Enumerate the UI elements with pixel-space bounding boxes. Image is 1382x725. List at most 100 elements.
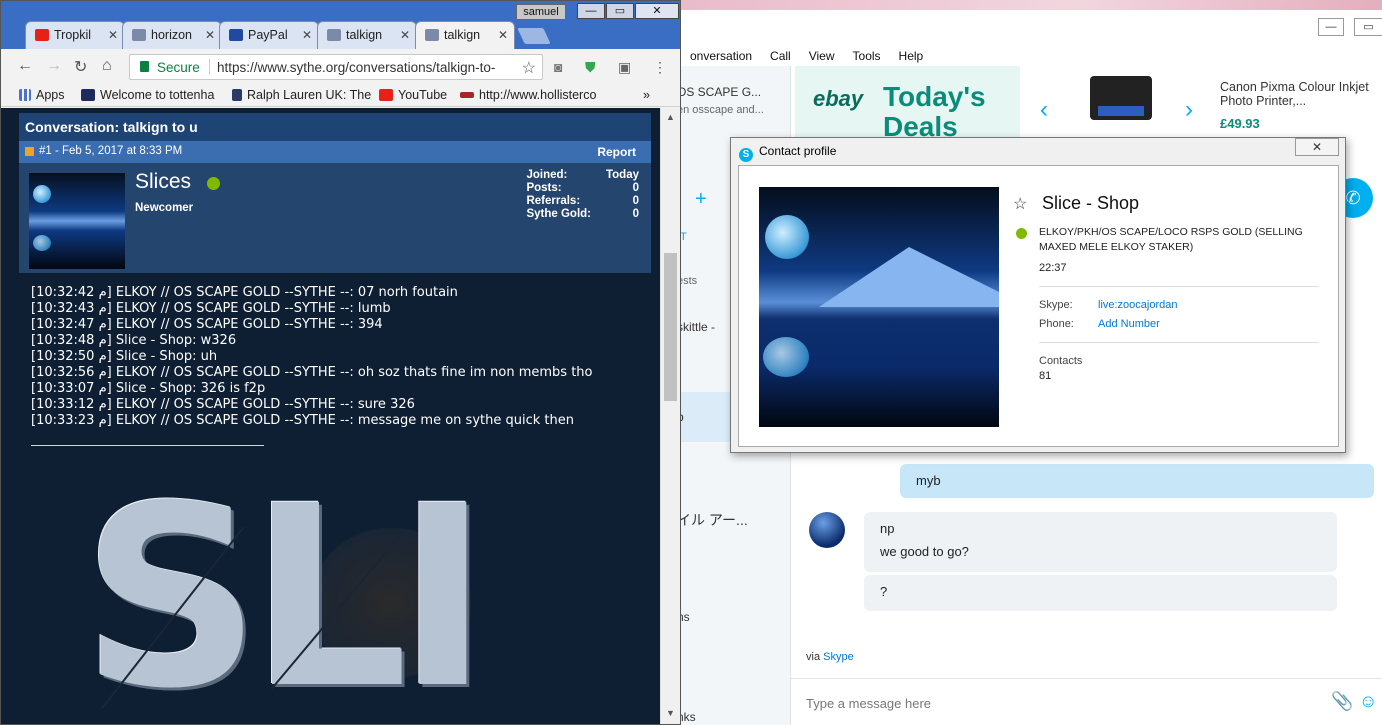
dialog-title: S Contact profile — [739, 144, 836, 162]
online-status-icon — [1016, 228, 1027, 239]
conversation-title: Conversation: talkign to u — [19, 113, 651, 141]
shield-extension-icon[interactable]: ⛊ — [585, 59, 596, 76]
minimize-button[interactable]: — — [577, 3, 605, 19]
sidebar-item-japanese[interactable]: イル アー... — [677, 510, 748, 530]
add-number-link[interactable]: Add Number — [1098, 318, 1160, 330]
printer-image — [1090, 76, 1152, 120]
menu-kebab-icon[interactable]: ⋮ — [653, 59, 667, 76]
profile-picture — [759, 187, 999, 427]
local-time: 22:37 — [1039, 262, 1067, 274]
forward-arrow-icon[interactable]: → — [46, 57, 62, 75]
ad-product-title[interactable]: Canon Pixma Colour Inkjet Photo Printer,… — [1220, 80, 1380, 108]
tab-paypal[interactable]: PayPal ✕ — [219, 21, 319, 49]
via-skype-label: via Skype — [806, 651, 854, 663]
polo-icon — [232, 89, 242, 101]
log-line: [10:32:50 م] Slice - Shop: uh — [31, 349, 218, 364]
lock-icon — [140, 61, 149, 72]
tab-strip: samuel — ▭ ✕ Tropkil ✕ horizon ✕ PayPal ✕ t… — [1, 1, 680, 49]
menu-tools[interactable]: Tools — [844, 46, 890, 66]
adblock-off-icon[interactable]: ▣ — [618, 59, 631, 76]
tab-tropkil[interactable]: Tropkil ✕ — [25, 21, 125, 49]
maximize-button[interactable]: ▭ — [1354, 18, 1382, 36]
address-bar[interactable]: Secure https://www.sythe.org/conversatio… — [129, 54, 543, 80]
tab-talkign-active[interactable]: talkign ✕ — [415, 21, 515, 49]
online-status-icon — [207, 177, 220, 190]
browser-toolbar: ← → ↻ ⌂ Secure https://www.sythe.org/con… — [1, 49, 680, 85]
new-tab-button[interactable] — [517, 28, 551, 44]
moon-reflection-shape — [33, 235, 51, 251]
more-bookmarks-button[interactable]: » — [643, 88, 650, 102]
post-meta-bar: #1 - Feb 5, 2017 at 8:33 PM Report — [19, 141, 651, 163]
favorite-star-icon[interactable]: ☆ — [1013, 194, 1027, 214]
bookmark-tottenham[interactable]: Welcome to tottenha — [81, 88, 214, 102]
user-rank: Newcomer — [135, 202, 194, 214]
close-icon[interactable]: ✕ — [108, 28, 118, 42]
bookmark-youtube[interactable]: YouTube — [379, 88, 447, 102]
log-line: [10:32:56 م] ELKOY // OS SCAPE GOLD --SY… — [31, 365, 593, 380]
close-icon[interactable]: ✕ — [302, 28, 312, 42]
tab-talkign[interactable]: talkign ✕ — [317, 21, 417, 49]
menu-conversation[interactable]: onversation — [681, 46, 761, 66]
signature-text: SLIC — [81, 468, 481, 725]
menu-call[interactable]: Call — [761, 46, 800, 66]
spurs-icon — [81, 89, 95, 101]
contact-profile-dialog: S Contact profile ✕ ☆ Slice - Shop ELKOY/… — [730, 137, 1346, 453]
ad-headline: Today's Deals — [883, 81, 986, 142]
shield-icon — [425, 29, 439, 41]
back-arrow-icon[interactable]: ← — [17, 57, 33, 75]
bookmark-ralph-lauren[interactable]: Ralph Lauren UK: The — [232, 88, 371, 102]
menu-view[interactable]: View — [800, 46, 844, 66]
user-avatar[interactable] — [29, 173, 125, 269]
user-stats: Joined: Today Posts: 0 Referrals: 0 Sythe G… — [526, 169, 639, 220]
menu-help[interactable]: Help — [890, 46, 933, 66]
url-text[interactable]: https://www.sythe.org/conversations/talk… — [217, 60, 517, 75]
skype-titlebar: — ▭ — [673, 10, 1382, 44]
divider — [209, 59, 210, 75]
close-icon[interactable]: ✕ — [205, 28, 215, 42]
chevron-left-icon[interactable]: ‹ — [1040, 96, 1048, 124]
message-input[interactable] — [806, 693, 1306, 713]
ebay-logo: ebay — [813, 86, 864, 111]
scroll-thumb[interactable] — [664, 253, 677, 401]
mood-message: ELKOY/PKH/OS SCAPE/LOCO RSPS GOLD (SELLI… — [1039, 226, 1303, 253]
bookmark-star-icon[interactable]: ☆ — [522, 58, 536, 78]
signature-divider — [31, 445, 264, 446]
post-meta[interactable]: #1 - Feb 5, 2017 at 8:33 PM — [39, 145, 182, 157]
scroll-down-arrow-icon[interactable]: ▼ — [666, 708, 675, 718]
username[interactable]: Slices — [135, 170, 191, 194]
reload-icon[interactable]: ↻ — [74, 57, 87, 77]
camera-icon[interactable]: ◙ — [554, 59, 562, 75]
maximize-button[interactable]: ▭ — [606, 3, 634, 19]
scroll-up-arrow-icon[interactable]: ▲ — [666, 112, 675, 122]
close-window-button[interactable]: ✕ — [635, 3, 679, 19]
sidebar-item-skittle[interactable]: skittle - — [677, 320, 715, 334]
log-line: [10:33:23 م] ELKOY // OS SCAPE GOLD --SY… — [31, 413, 574, 428]
message-text: np — [880, 521, 895, 536]
chevron-right-icon[interactable]: › — [1185, 96, 1193, 124]
contact-avatar[interactable] — [809, 512, 845, 548]
my-message-bubble: myb — [900, 464, 1374, 498]
bookmark-hollister[interactable]: http://www.hollisterco — [460, 88, 600, 102]
skype-link[interactable]: Skype — [823, 651, 854, 663]
add-contact-icon[interactable]: + — [695, 188, 707, 211]
paperclip-icon[interactable]: 📎 — [1331, 691, 1353, 712]
apps-grid-icon — [19, 89, 31, 101]
minimize-button[interactable]: — — [1318, 18, 1344, 36]
close-button[interactable]: ✕ — [1295, 138, 1339, 156]
shield-icon — [132, 29, 146, 41]
recent-item-title[interactable]: OS SCAPE G... — [677, 85, 761, 99]
page-scrollbar[interactable]: ▲ ▼ — [660, 108, 680, 724]
bookmark-apps[interactable]: Apps — [19, 88, 65, 102]
tab-horizon[interactable]: horizon ✕ — [122, 21, 222, 49]
home-icon[interactable]: ⌂ — [102, 57, 112, 75]
report-link[interactable]: Report — [597, 145, 636, 159]
emoticon-icon[interactable]: ☺ — [1359, 691, 1377, 712]
log-line: [10:33:07 م] Slice - Shop: 326 is f2p — [31, 381, 266, 396]
close-icon[interactable]: ✕ — [498, 28, 508, 42]
close-icon[interactable]: ✕ — [400, 28, 410, 42]
skype-id-value[interactable]: live:zoocajordan — [1098, 299, 1178, 311]
recent-item-subtitle: en osscape and... — [677, 104, 764, 116]
profile-badge[interactable]: samuel — [516, 4, 566, 20]
divider — [1039, 342, 1319, 343]
contact-name: Slice - Shop — [1042, 193, 1140, 213]
